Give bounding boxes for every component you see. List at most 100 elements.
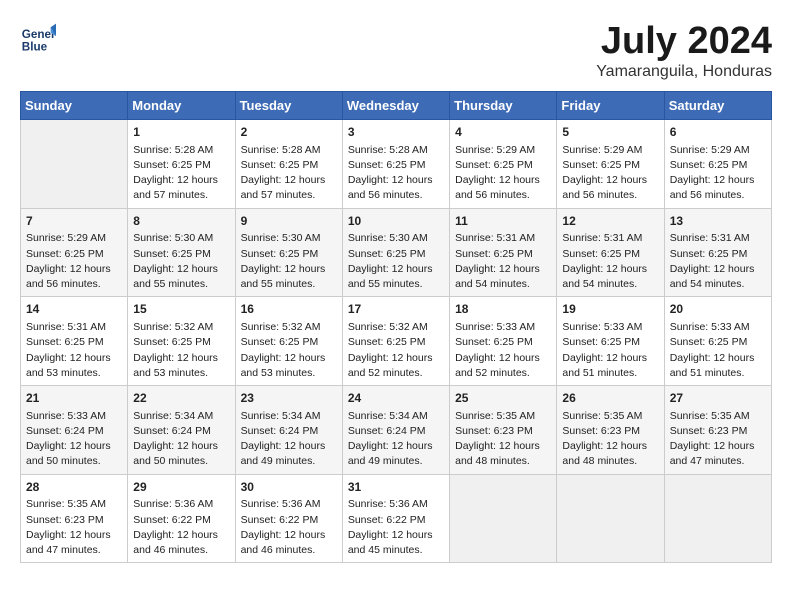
day-number: 13: [670, 213, 766, 230]
day-number: 18: [455, 301, 551, 318]
cell-content: Sunrise: 5:30 AMSunset: 6:25 PMDaylight:…: [348, 231, 444, 292]
day-number: 16: [241, 301, 337, 318]
page-header: General Blue July 2024 Yamaranguila, Hon…: [20, 20, 772, 81]
week-row-5: 28Sunrise: 5:35 AMSunset: 6:23 PMDayligh…: [21, 474, 772, 563]
calendar-cell: 24 Sunrise: 5:34 AMSunset: 6:24 PMDayligh…: [342, 386, 449, 475]
cell-content: Sunrise: 5:31 AMSunset: 6:25 PMDaylight:…: [455, 231, 551, 292]
day-number: 29: [133, 479, 229, 496]
day-number: 11: [455, 213, 551, 230]
header-sunday: Sunday: [21, 92, 128, 120]
calendar-cell: 10Sunrise: 5:30 AMSunset: 6:25 PMDayligh…: [342, 208, 449, 297]
calendar-cell: 26 Sunrise: 5:35 AMSunset: 6:23 PMDayligh…: [557, 386, 664, 475]
calendar-cell: 12Sunrise: 5:31 AMSunset: 6:25 PMDayligh…: [557, 208, 664, 297]
week-row-1: 1 Sunrise: 5:28 AMSunset: 6:25 PMDaylight…: [21, 120, 772, 209]
calendar-cell: 25Sunrise: 5:35 AMSunset: 6:23 PMDayligh…: [450, 386, 557, 475]
day-number: 25: [455, 390, 551, 407]
calendar-cell: 14 Sunrise: 5:31 AMSunset: 6:25 PMDayligh…: [21, 297, 128, 386]
day-number: 3: [348, 124, 444, 141]
calendar-cell: 22Sunrise: 5:34 AMSunset: 6:24 PMDayligh…: [128, 386, 235, 475]
day-number: 31: [348, 479, 444, 496]
cell-content: Sunrise: 5:35 AMSunset: 6:23 PMDaylight:…: [670, 409, 766, 470]
calendar-table: SundayMondayTuesdayWednesdayThursdayFrid…: [20, 91, 772, 563]
day-number: 17: [348, 301, 444, 318]
calendar-cell: 5Sunrise: 5:29 AMSunset: 6:25 PMDaylight…: [557, 120, 664, 209]
week-row-3: 14 Sunrise: 5:31 AMSunset: 6:25 PMDayligh…: [21, 297, 772, 386]
header-friday: Friday: [557, 92, 664, 120]
cell-content: Sunrise: 5:35 AMSunset: 6:23 PMDaylight:…: [26, 497, 122, 558]
calendar-cell: 27Sunrise: 5:35 AMSunset: 6:23 PMDayligh…: [664, 386, 771, 475]
cell-content: Sunrise: 5:31 AMSunset: 6:25 PMDaylight:…: [26, 320, 122, 381]
header-wednesday: Wednesday: [342, 92, 449, 120]
location: Yamaranguila, Honduras: [596, 63, 772, 81]
day-number: 20: [670, 301, 766, 318]
calendar-cell: 15Sunrise: 5:32 AMSunset: 6:25 PMDayligh…: [128, 297, 235, 386]
day-number: 12: [562, 213, 658, 230]
cell-content: Sunrise: 5:34 AMSunset: 6:24 PMDaylight:…: [133, 409, 229, 470]
cell-content: Sunrise: 5:36 AMSunset: 6:22 PMDaylight:…: [133, 497, 229, 558]
cell-content: Sunrise: 5:33 AMSunset: 6:24 PMDaylight:…: [26, 409, 122, 470]
cell-content: Sunrise: 5:29 AMSunset: 6:25 PMDaylight:…: [26, 231, 122, 292]
week-row-2: 7Sunrise: 5:29 AMSunset: 6:25 PMDaylight…: [21, 208, 772, 297]
calendar-cell: 20 Sunrise: 5:33 AMSunset: 6:25 PMDayligh…: [664, 297, 771, 386]
cell-content: Sunrise: 5:30 AMSunset: 6:25 PMDaylight:…: [241, 231, 337, 292]
cell-content: Sunrise: 5:29 AMSunset: 6:25 PMDaylight:…: [455, 143, 551, 204]
calendar-cell: [450, 474, 557, 563]
header-tuesday: Tuesday: [235, 92, 342, 120]
cell-content: Sunrise: 5:30 AMSunset: 6:25 PMDaylight:…: [133, 231, 229, 292]
calendar-cell: 19 Sunrise: 5:33 AMSunset: 6:25 PMDayligh…: [557, 297, 664, 386]
header-row: SundayMondayTuesdayWednesdayThursdayFrid…: [21, 92, 772, 120]
week-row-4: 21 Sunrise: 5:33 AMSunset: 6:24 PMDayligh…: [21, 386, 772, 475]
calendar-cell: 9Sunrise: 5:30 AMSunset: 6:25 PMDaylight…: [235, 208, 342, 297]
cell-content: Sunrise: 5:34 AMSunset: 6:24 PMDaylight:…: [348, 409, 444, 470]
day-number: 9: [241, 213, 337, 230]
cell-content: Sunrise: 5:34 AMSunset: 6:24 PMDaylight:…: [241, 409, 337, 470]
day-number: 23: [241, 390, 337, 407]
calendar-cell: 30Sunrise: 5:36 AMSunset: 6:22 PMDayligh…: [235, 474, 342, 563]
cell-content: Sunrise: 5:28 AMSunset: 6:25 PMDaylight:…: [133, 143, 229, 204]
day-number: 5: [562, 124, 658, 141]
calendar-cell: [664, 474, 771, 563]
calendar-cell: 23 Sunrise: 5:34 AMSunset: 6:24 PMDayligh…: [235, 386, 342, 475]
day-number: 1: [133, 124, 229, 141]
calendar-cell: 13Sunrise: 5:31 AMSunset: 6:25 PMDayligh…: [664, 208, 771, 297]
calendar-cell: 28Sunrise: 5:35 AMSunset: 6:23 PMDayligh…: [21, 474, 128, 563]
calendar-cell: 6Sunrise: 5:29 AMSunset: 6:25 PMDaylight…: [664, 120, 771, 209]
calendar-cell: 17 Sunrise: 5:32 AMSunset: 6:25 PMDayligh…: [342, 297, 449, 386]
day-number: 7: [26, 213, 122, 230]
header-saturday: Saturday: [664, 92, 771, 120]
calendar-cell: 11Sunrise: 5:31 AMSunset: 6:25 PMDayligh…: [450, 208, 557, 297]
day-number: 2: [241, 124, 337, 141]
cell-content: Sunrise: 5:33 AMSunset: 6:25 PMDaylight:…: [455, 320, 551, 381]
cell-content: Sunrise: 5:29 AMSunset: 6:25 PMDaylight:…: [670, 143, 766, 204]
logo: General Blue: [20, 20, 56, 56]
calendar-cell: 3 Sunrise: 5:28 AMSunset: 6:25 PMDaylight…: [342, 120, 449, 209]
calendar-cell: 31Sunrise: 5:36 AMSunset: 6:22 PMDayligh…: [342, 474, 449, 563]
calendar-cell: 29Sunrise: 5:36 AMSunset: 6:22 PMDayligh…: [128, 474, 235, 563]
cell-content: Sunrise: 5:28 AMSunset: 6:25 PMDaylight:…: [241, 143, 337, 204]
day-number: 28: [26, 479, 122, 496]
cell-content: Sunrise: 5:31 AMSunset: 6:25 PMDaylight:…: [670, 231, 766, 292]
calendar-cell: 18 Sunrise: 5:33 AMSunset: 6:25 PMDayligh…: [450, 297, 557, 386]
cell-content: Sunrise: 5:36 AMSunset: 6:22 PMDaylight:…: [348, 497, 444, 558]
month-title: July 2024: [596, 20, 772, 63]
day-number: 10: [348, 213, 444, 230]
calendar-cell: [21, 120, 128, 209]
day-number: 24: [348, 390, 444, 407]
header-monday: Monday: [128, 92, 235, 120]
svg-text:Blue: Blue: [22, 41, 48, 54]
day-number: 14: [26, 301, 122, 318]
logo-icon: General Blue: [20, 20, 56, 56]
cell-content: Sunrise: 5:35 AMSunset: 6:23 PMDaylight:…: [562, 409, 658, 470]
day-number: 19: [562, 301, 658, 318]
calendar-cell: 16 Sunrise: 5:32 AMSunset: 6:25 PMDayligh…: [235, 297, 342, 386]
calendar-cell: 4Sunrise: 5:29 AMSunset: 6:25 PMDaylight…: [450, 120, 557, 209]
cell-content: Sunrise: 5:33 AMSunset: 6:25 PMDaylight:…: [562, 320, 658, 381]
cell-content: Sunrise: 5:28 AMSunset: 6:25 PMDaylight:…: [348, 143, 444, 204]
day-number: 21: [26, 390, 122, 407]
day-number: 26: [562, 390, 658, 407]
cell-content: Sunrise: 5:31 AMSunset: 6:25 PMDaylight:…: [562, 231, 658, 292]
calendar-cell: [557, 474, 664, 563]
cell-content: Sunrise: 5:33 AMSunset: 6:25 PMDaylight:…: [670, 320, 766, 381]
cell-content: Sunrise: 5:32 AMSunset: 6:25 PMDaylight:…: [348, 320, 444, 381]
cell-content: Sunrise: 5:32 AMSunset: 6:25 PMDaylight:…: [241, 320, 337, 381]
